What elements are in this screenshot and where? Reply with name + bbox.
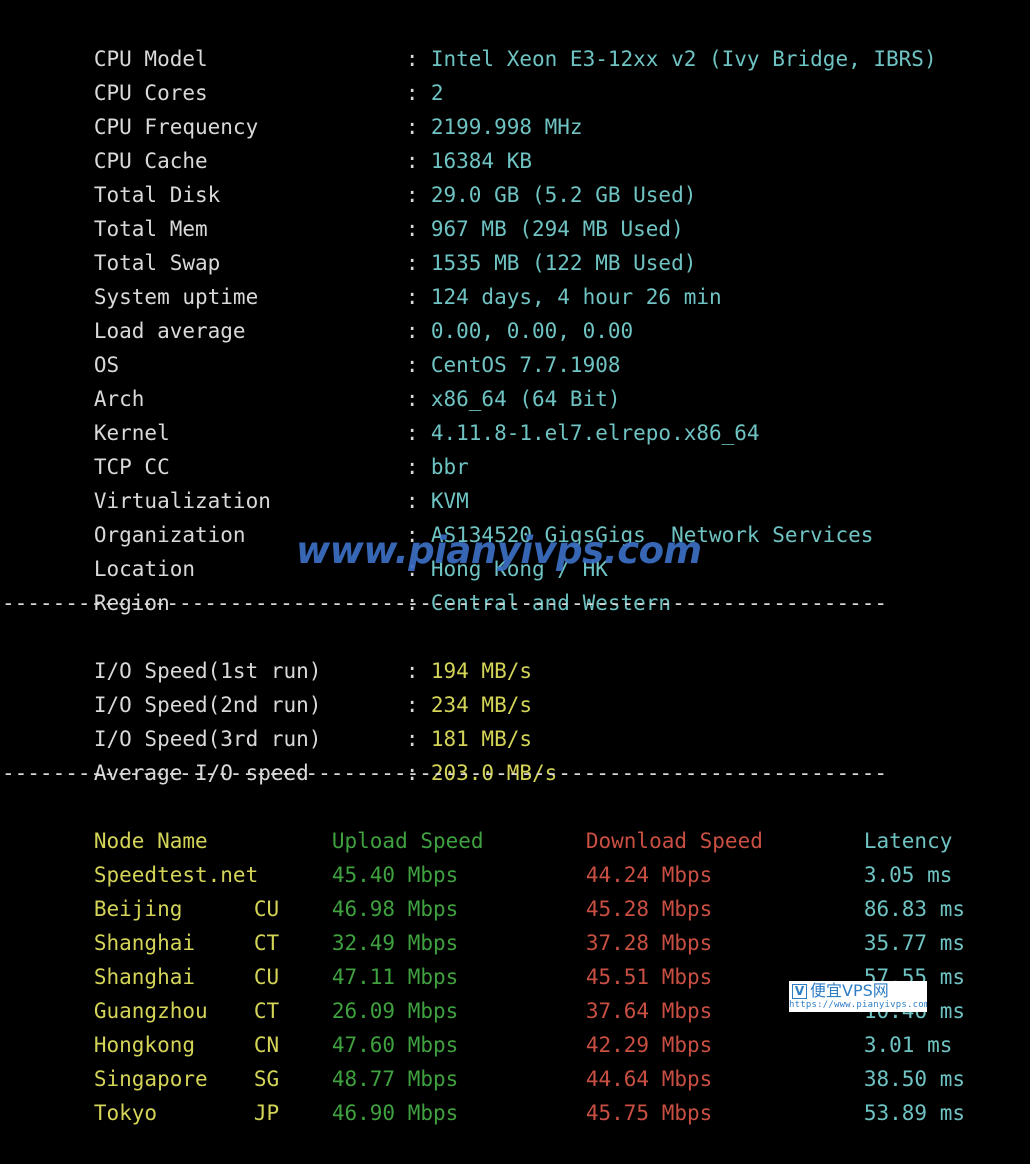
info-row: Organization: AS134520 GigsGigs Network S… [0,484,1030,547]
io-speed-section: I/O Speed(1st run):194 MB/s I/O Speed(2n… [0,620,1030,785]
io-row: I/O Speed(1st run):194 MB/s [0,620,1030,683]
info-row: Total Swap:1535 MB (122 MB Used) [0,212,1030,275]
info-row: CPU Model: Intel Xeon E3-12xx v2 (Ivy Bri… [0,8,1030,71]
cell-latency: 53.89 ms [863,1101,966,1125]
info-row: Total Mem:967 MB (294 MB Used) [0,178,1030,241]
table-row: Guangzhou CT 26.09 Mbps 37.64 Mbps 10.46 ms [0,960,1030,1023]
info-row: Kernel:4.11.8-1.el7.elrepo.x86_64 [0,382,1030,445]
info-row: System uptime:124 days, 4 hour 26 min [0,246,1030,309]
separator-line: ----------------------------------------… [2,761,888,785]
table-header-row: Node Name Upload Speed Download Speed Laten… [0,790,1030,853]
table-row: Tokyo JP 46.90 Mbps 45.75 Mbps 53.89 ms [0,1062,1030,1125]
info-row: Virtualization: KVM [0,450,1030,513]
info-row: Location: Hong Kong / HK [0,518,1030,581]
info-row: Total Disk:29.0 GB (5.2 GB Used) [0,144,1030,207]
info-row: CPU Cores:2 [0,42,1030,105]
cell-node-name: Tokyo [93,1101,158,1125]
table-row: Hongkong CN 47.60 Mbps 42.29 Mbps 3.01 ms [0,994,1030,1057]
info-row: Load average:0.00, 0.00, 0.00 [0,280,1030,343]
table-row: Shanghai CT 32.49 Mbps 37.28 Mbps 35.77 ms [0,892,1030,955]
info-row: TCP CC: bbr [0,416,1030,479]
table-row: Shanghai CU 47.11 Mbps 45.51 Mbps 57.55 ms [0,926,1030,989]
cell-isp: JP [253,1101,280,1125]
system-info-section: CPU Model: Intel Xeon E3-12xx v2 (Ivy Bri… [0,8,1030,615]
table-row: Speedtest.net 45.40 Mbps 44.24 Mbps 3.05 ms [0,824,1030,887]
cell-upload: 46.90 Mbps [331,1101,459,1125]
speedtest-table: Node Name Upload Speed Download Speed Laten… [0,790,1030,1125]
io-row: I/O Speed(3rd run):181 MB/s [0,688,1030,751]
info-row: Arch: x86_64 (64 Bit) [0,348,1030,411]
table-row: Singapore SG 48.77 Mbps 44.64 Mbps 38.50 ms [0,1028,1030,1091]
terminal-output: CPU Model: Intel Xeon E3-12xx v2 (Ivy Bri… [0,0,1030,1125]
info-row: OS: CentOS 7.7.1908 [0,314,1030,377]
info-row: CPU Cache:16384 KB [0,110,1030,173]
info-row: Region: Central and Western [0,552,1030,615]
separator-line: ----------------------------------------… [2,591,888,615]
info-row: CPU Frequency:2199.998 MHz [0,76,1030,139]
cell-download: 45.75 Mbps [585,1101,713,1125]
table-row: Beijing CU 46.98 Mbps 45.28 Mbps 86.83 ms [0,858,1030,921]
io-row: Average I/O speed:203.0 MB/s [0,722,1030,785]
io-row: I/O Speed(2nd run):234 MB/s [0,654,1030,717]
